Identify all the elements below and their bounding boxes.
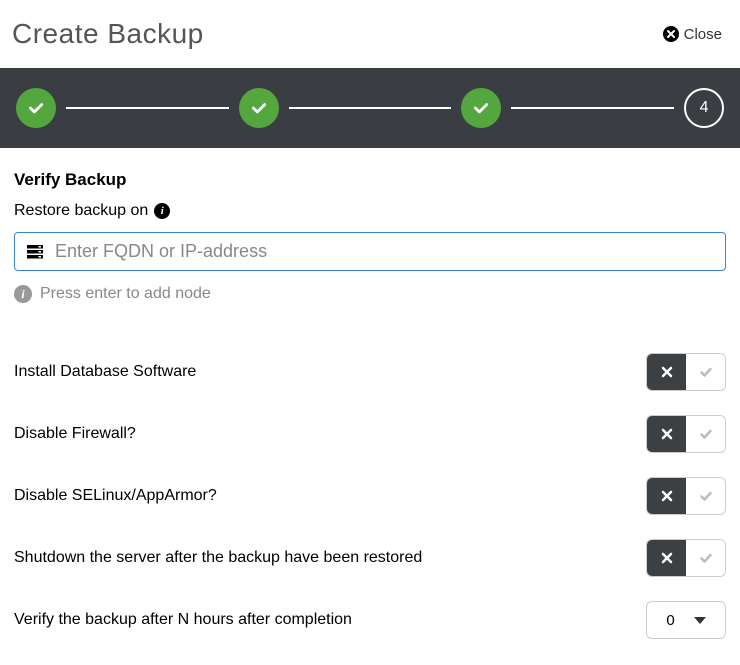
restore-label: Restore backup on <box>14 202 148 220</box>
check-icon <box>472 99 490 117</box>
option-label: Install Database Software <box>14 363 196 381</box>
option-verify-after-hours: Verify the backup after N hours after co… <box>14 589 726 651</box>
step-1[interactable] <box>16 88 56 128</box>
toggle-off-button[interactable] <box>647 540 686 576</box>
modal-header: Create Backup Close <box>0 0 740 68</box>
helper-text: Press enter to add node <box>40 285 211 303</box>
x-icon <box>660 489 674 503</box>
option-label: Disable Firewall? <box>14 425 136 443</box>
x-icon <box>660 551 674 565</box>
fqdn-input-container[interactable] <box>14 232 726 271</box>
fqdn-input[interactable] <box>55 241 713 262</box>
info-icon[interactable]: i <box>154 203 170 219</box>
step-line <box>511 107 674 109</box>
step-3[interactable] <box>461 88 501 128</box>
toggle-off-button[interactable] <box>647 478 686 514</box>
server-icon <box>27 245 43 259</box>
toggle-install-db-software[interactable] <box>646 353 726 391</box>
content-area: Verify Backup Restore backup on i i Pres… <box>0 148 740 665</box>
close-label: Close <box>684 26 722 43</box>
check-icon <box>699 427 713 441</box>
select-value: 0 <box>666 612 674 629</box>
x-icon <box>660 427 674 441</box>
chevron-down-icon <box>694 617 706 624</box>
option-install-db-software: Install Database Software <box>14 341 726 403</box>
close-button[interactable]: Close <box>663 26 722 43</box>
page-title: Create Backup <box>12 18 204 50</box>
toggle-on-button[interactable] <box>686 416 725 452</box>
check-icon <box>250 99 268 117</box>
verify-hours-select[interactable]: 0 <box>646 601 726 639</box>
toggle-off-button[interactable] <box>647 416 686 452</box>
helper-row: i Press enter to add node <box>14 285 726 303</box>
toggle-shutdown-after-restore[interactable] <box>646 539 726 577</box>
option-label: Verify the backup after N hours after co… <box>14 611 352 629</box>
step-line <box>66 107 229 109</box>
toggle-on-button[interactable] <box>686 354 725 390</box>
check-icon <box>699 551 713 565</box>
step-4-current[interactable]: 4 <box>684 88 724 128</box>
check-icon <box>699 489 713 503</box>
section-title: Verify Backup <box>14 170 726 190</box>
info-icon: i <box>14 285 32 303</box>
option-disable-firewall: Disable Firewall? <box>14 403 726 465</box>
check-icon <box>27 99 45 117</box>
option-disable-selinux: Disable SELinux/AppArmor? <box>14 465 726 527</box>
stepper: 4 <box>0 68 740 148</box>
option-label: Shutdown the server after the backup hav… <box>14 549 422 567</box>
options-section: Install Database Software Disable Firewa… <box>14 341 726 651</box>
close-icon <box>663 26 679 42</box>
option-label: Disable SELinux/AppArmor? <box>14 487 217 505</box>
check-icon <box>699 365 713 379</box>
x-icon <box>660 365 674 379</box>
toggle-off-button[interactable] <box>647 354 686 390</box>
step-number: 4 <box>700 99 709 117</box>
toggle-disable-selinux[interactable] <box>646 477 726 515</box>
step-2[interactable] <box>239 88 279 128</box>
toggle-on-button[interactable] <box>686 540 725 576</box>
option-shutdown-after-restore: Shutdown the server after the backup hav… <box>14 527 726 589</box>
toggle-disable-firewall[interactable] <box>646 415 726 453</box>
restore-label-row: Restore backup on i <box>14 202 726 220</box>
step-line <box>289 107 452 109</box>
toggle-on-button[interactable] <box>686 478 725 514</box>
